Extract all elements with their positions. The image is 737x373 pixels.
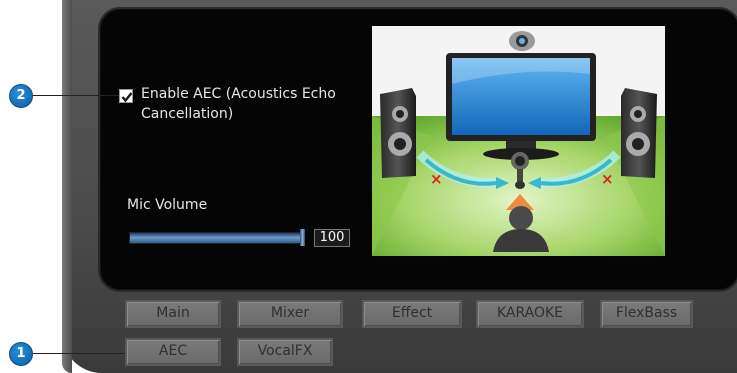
chassis-edge — [62, 0, 72, 373]
enable-aec-label[interactable]: Enable AEC (Acoustics Echo Cancellation) — [141, 84, 341, 124]
checkmark-icon — [121, 92, 133, 103]
callout-2-leader — [33, 95, 119, 96]
aec-diagram-icon: × × — [372, 26, 665, 256]
tab-flexbass[interactable]: FlexBass — [600, 300, 693, 328]
tab-main[interactable]: Main — [125, 300, 221, 328]
mic-volume-slider[interactable] — [129, 232, 301, 244]
callout-2: 2 — [9, 84, 33, 108]
mic-volume-slider-thumb[interactable] — [300, 229, 305, 246]
tab-karaoke[interactable]: KARAOKE — [476, 300, 584, 328]
aec-illustration: × × — [372, 26, 665, 256]
tab-aec[interactable]: AEC — [125, 338, 221, 366]
mic-volume-value: 100 — [314, 229, 350, 247]
tab-mixer[interactable]: Mixer — [237, 300, 343, 328]
mic-volume-label: Mic Volume — [127, 197, 208, 213]
svg-text:×: × — [601, 170, 614, 188]
enable-aec-checkbox[interactable] — [119, 89, 133, 103]
tab-effect[interactable]: Effect — [362, 300, 462, 328]
callout-1: 1 — [9, 342, 33, 366]
callout-1-leader — [33, 353, 125, 354]
svg-text:×: × — [430, 170, 443, 188]
tab-vocalfx[interactable]: VocalFX — [237, 338, 333, 366]
